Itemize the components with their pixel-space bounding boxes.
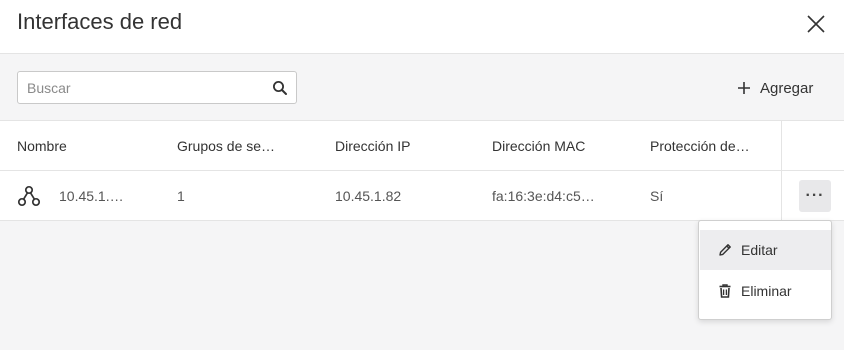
- column-header-groups[interactable]: Grupos de se…: [177, 121, 275, 171]
- network-interfaces-dialog: Interfaces de red Agregar Nombre Grupos …: [0, 0, 844, 350]
- toolbar: Agregar: [0, 55, 844, 120]
- search-icon[interactable]: [272, 80, 288, 96]
- menu-item-delete-label: Eliminar: [741, 283, 792, 299]
- menu-item-edit[interactable]: Editar: [700, 230, 831, 270]
- cell-ip: 10.45.1.82: [335, 188, 402, 204]
- dialog-header: Interfaces de red: [0, 0, 844, 54]
- cell-groups: 1: [177, 188, 185, 204]
- ellipsis-icon: ···: [805, 187, 825, 204]
- table-header: Nombre Grupos de se… Dirección IP Direcc…: [0, 121, 844, 171]
- add-button-label: Agregar: [760, 79, 814, 97]
- cell-name: 10.45.1.…: [17, 171, 124, 221]
- column-header-protection[interactable]: Protección de…: [650, 121, 750, 171]
- column-divider: [781, 171, 782, 221]
- interfaces-table: Nombre Grupos de se… Dirección IP Direcc…: [0, 120, 844, 221]
- close-button[interactable]: [802, 10, 830, 38]
- cell-protection: Sí: [650, 188, 664, 204]
- cell-mac: fa:16:3e:d4:c5…: [492, 188, 595, 204]
- search-box: [17, 71, 297, 104]
- dialog-title: Interfaces de red: [17, 9, 183, 34]
- table-row[interactable]: 10.45.1.… 1 10.45.1.82 fa:16:3e:d4:c5… S…: [0, 171, 844, 221]
- row-actions-menu: Editar Eliminar: [698, 220, 832, 320]
- close-icon: [807, 15, 825, 33]
- menu-item-edit-label: Editar: [741, 242, 778, 258]
- search-input[interactable]: [27, 72, 267, 103]
- column-header-name[interactable]: Nombre: [17, 121, 67, 171]
- column-divider: [781, 121, 782, 171]
- plus-icon: [738, 82, 750, 94]
- add-button[interactable]: Agregar: [736, 77, 813, 99]
- cell-name-text: 10.45.1.…: [59, 188, 124, 204]
- pencil-icon: [719, 244, 731, 256]
- column-header-ip[interactable]: Dirección IP: [335, 121, 410, 171]
- column-header-mac[interactable]: Dirección MAC: [492, 121, 585, 171]
- trash-icon: [719, 284, 731, 298]
- menu-item-delete[interactable]: Eliminar: [700, 271, 831, 311]
- network-interface-icon: [17, 185, 41, 207]
- row-actions-button[interactable]: ···: [799, 180, 831, 212]
